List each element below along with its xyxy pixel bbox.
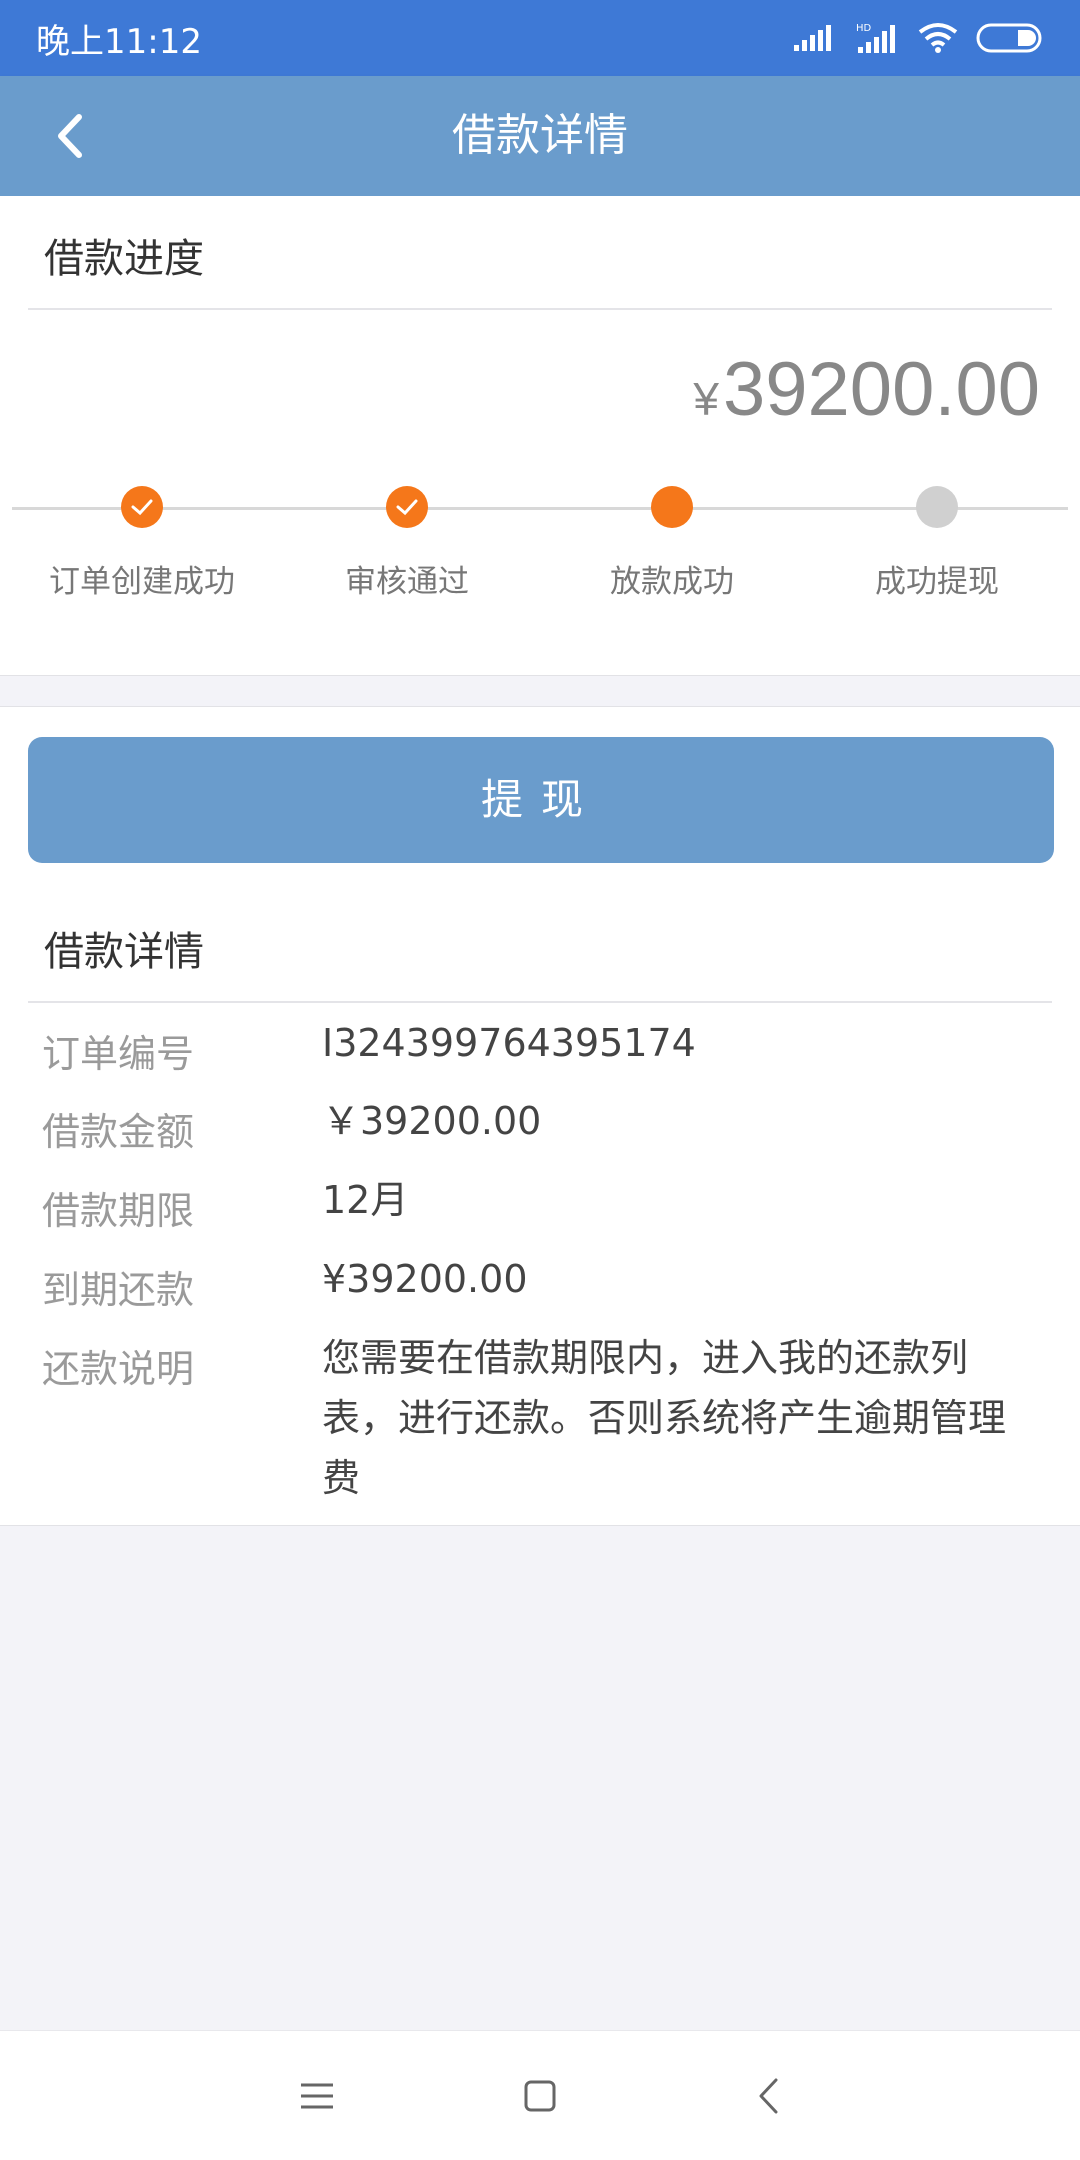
progress-section-title: 借款进度 (44, 236, 204, 282)
status-time: 晚上11:12 (36, 21, 202, 62)
detail-row-due-repayment: 到期还款 ¥39200.00 (42, 1257, 1040, 1319)
square-icon (524, 2080, 556, 2112)
detail-key: 订单编号 (42, 1032, 195, 1076)
detail-row-loan-amount: 借款金额 ￥39200.00 (42, 1099, 1040, 1161)
hd-signal-icon: HD (856, 23, 895, 53)
active-step-dot (651, 486, 693, 528)
detail-row-order-number: 订单编号 I324399764395174 (42, 1021, 1040, 1083)
details-card: 提现 借款详情 订单编号 I324399764395174 借款金额 ￥3920… (0, 706, 1080, 1526)
svg-text:HD: HD (856, 23, 872, 34)
detail-value: ¥39200.00 (322, 1257, 528, 1301)
status-icons: HD (792, 21, 1044, 55)
menu-icon (301, 2083, 333, 2109)
detail-key: 借款金额 (42, 1110, 195, 1154)
chevron-left-icon (759, 2078, 778, 2114)
divider (28, 308, 1052, 310)
signal-icon (794, 25, 831, 51)
battery-icon (976, 23, 1042, 53)
check-icon (386, 486, 428, 528)
detail-value: ￥39200.00 (322, 1099, 542, 1143)
detail-key: 借款期限 (42, 1189, 195, 1233)
menu-button[interactable] (287, 2066, 347, 2126)
wifi-icon (918, 23, 958, 53)
detail-key: 还款说明 (42, 1347, 195, 1391)
step-loan-disbursed: 放款成功 (542, 486, 802, 601)
amount-value: 39200.00 (723, 347, 1040, 432)
detail-value: 12月 (322, 1178, 409, 1222)
detail-key: 到期还款 (42, 1268, 195, 1312)
nav-bar: 借款详情 (0, 76, 1080, 196)
step-label: 成功提现 (875, 564, 999, 600)
home-button[interactable] (510, 2066, 570, 2126)
detail-row-repayment-note: 还款说明 您需要在借款期限内，进入我的还款列表，进行还款。否则系统将产生逾期管理… (42, 1336, 1040, 1518)
detail-value: I324399764395174 (322, 1021, 696, 1065)
back-nav-button[interactable] (738, 2066, 798, 2126)
step-label: 订单创建成功 (49, 564, 235, 600)
withdraw-button[interactable]: 提现 (28, 737, 1054, 863)
detail-row-loan-term: 借款期限 12月 (42, 1178, 1040, 1240)
step-review-passed: 审核通过 (277, 486, 537, 601)
check-icon (121, 486, 163, 528)
pending-step-dot (916, 486, 958, 528)
progress-card: 借款进度 ¥39200.00 订单创建成功 审核通过 放款成功 成功提现 (0, 196, 1080, 676)
currency-symbol: ¥ (693, 373, 719, 425)
status-bar: 晚上11:12 HD (0, 0, 1080, 76)
step-label: 放款成功 (610, 564, 734, 600)
step-withdraw-success: 成功提现 (807, 486, 1067, 601)
page-title: 借款详情 (452, 110, 628, 161)
detail-value: 您需要在借款期限内，进入我的还款列表，进行还款。否则系统将产生逾期管理费 (322, 1336, 1007, 1500)
divider (28, 1001, 1052, 1003)
system-nav-bar (0, 2030, 1080, 2160)
loan-amount: ¥39200.00 (693, 346, 1040, 433)
step-label: 审核通过 (345, 564, 469, 600)
details-section-title: 借款详情 (44, 929, 204, 975)
step-order-created: 订单创建成功 (12, 486, 272, 601)
